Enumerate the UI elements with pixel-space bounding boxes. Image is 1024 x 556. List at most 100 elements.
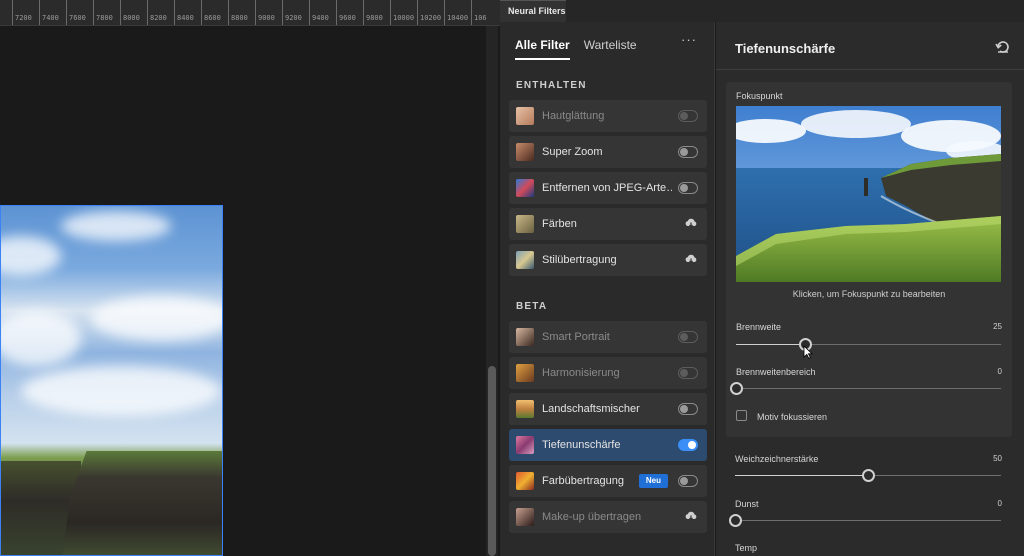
- filter-settings-column: Tiefenunschärfe Fokuspunkt Klicken, um F…: [716, 22, 1024, 556]
- smart-portrait-thumb-icon: [516, 328, 534, 346]
- filter-toggle[interactable]: [678, 475, 698, 487]
- focus-subject-checkbox[interactable]: [736, 410, 747, 421]
- ruler-tick: 8400: [174, 0, 194, 25]
- document-canvas[interactable]: 7200 7400 7600 7800 8000 8200 8400 8600 …: [0, 0, 500, 556]
- filter-row-super-zoom[interactable]: Super Zoom: [509, 136, 707, 168]
- panel-tab-bar: [566, 0, 1024, 22]
- filter-name: Hautglättung: [542, 110, 605, 122]
- filter-name: Stilübertragung: [542, 254, 617, 266]
- ruler-tick: 8600: [201, 0, 221, 25]
- ruler-tick: 9600: [336, 0, 356, 25]
- ruler-tick: 9800: [363, 0, 383, 25]
- slider-label-focal-range: Brennweitenbereich: [736, 367, 816, 377]
- style-transfer-thumb-icon: [516, 251, 534, 269]
- slider-label-focal-distance: Brennweite: [736, 322, 782, 332]
- filter-row-depth-blur[interactable]: Tiefenunschärfe: [509, 429, 707, 461]
- section-heading-beta: BETA: [516, 301, 548, 312]
- focus-caption: Klicken, um Fokuspunkt zu bearbeiten: [792, 289, 946, 299]
- filter-row-makeup-transfer[interactable]: Make-up übertragen: [509, 501, 707, 533]
- more-options-icon[interactable]: ···: [681, 32, 697, 47]
- section-heading-included: ENTHALTEN: [516, 80, 587, 91]
- slider-label-blur-strength: Weichzeichnerstärke: [735, 454, 819, 464]
- slider-value-blur-strength: 50: [993, 454, 1002, 463]
- filter-row-style-transfer[interactable]: Stilübertragung: [509, 244, 707, 276]
- new-badge: Neu: [638, 474, 668, 488]
- slider-label-haze: Dunst: [735, 499, 759, 509]
- filter-tabs: Alle Filter Warteliste: [515, 38, 637, 60]
- filter-row-skin-smoothing[interactable]: Hautglättung: [509, 100, 707, 132]
- filter-toggle[interactable]: [678, 331, 698, 343]
- colorize-thumb-icon: [516, 215, 534, 233]
- ruler-tick: 10200: [417, 0, 441, 25]
- filter-row-color-transfer[interactable]: Farbübertragung Neu: [509, 465, 707, 497]
- filter-name: Make-up übertragen: [542, 511, 642, 523]
- super-zoom-thumb-icon: [516, 143, 534, 161]
- filter-toggle[interactable]: [678, 146, 698, 158]
- slider-fill: [736, 344, 805, 345]
- filter-row-jpeg-artifacts[interactable]: Entfernen von JPEG-Arte…: [509, 172, 707, 204]
- ruler-tick: 10000: [390, 0, 414, 25]
- filter-name: Färben: [542, 218, 577, 230]
- ruler-tick: 106: [471, 0, 487, 25]
- slider-track-focal-range[interactable]: [736, 388, 1001, 389]
- jpeg-artifacts-thumb-icon: [516, 179, 534, 197]
- filter-row-smart-portrait[interactable]: Smart Portrait: [509, 321, 707, 353]
- document-image[interactable]: [0, 205, 223, 556]
- makeup-transfer-thumb-icon: [516, 508, 534, 526]
- filter-toggle[interactable]: [678, 403, 698, 415]
- ruler-tick: 7600: [66, 0, 86, 25]
- landscape-mixer-thumb-icon: [516, 400, 534, 418]
- slider-knob-blur-strength[interactable]: [862, 469, 875, 482]
- slider-knob-haze[interactable]: [729, 514, 742, 527]
- neural-filters-panel-tab[interactable]: Neural Filters: [500, 0, 566, 22]
- filter-name: Entfernen von JPEG-Arte…: [542, 182, 672, 194]
- filter-row-landscape-mixer[interactable]: Landschaftsmischer: [509, 393, 707, 425]
- ruler-tick: 8200: [147, 0, 167, 25]
- cloud-download-icon[interactable]: [684, 509, 698, 523]
- mouse-cursor-icon: [803, 345, 813, 359]
- scroll-thumb[interactable]: [488, 366, 496, 556]
- ruler-tick: 7200: [12, 0, 32, 25]
- filter-name: Landschaftsmischer: [542, 403, 640, 415]
- settings-title: Tiefenunschärfe: [735, 41, 836, 56]
- cloud-download-icon[interactable]: [684, 252, 698, 266]
- divider: [716, 69, 1024, 70]
- filter-row-colorize[interactable]: Färben: [509, 208, 707, 240]
- slider-value-haze: 0: [997, 499, 1002, 508]
- filter-toggle[interactable]: [678, 110, 698, 122]
- filter-toggle[interactable]: [678, 439, 698, 451]
- tab-all-filters[interactable]: Alle Filter: [515, 38, 570, 60]
- focus-point-box: Fokuspunkt Klicken, um Fokuspunkt zu bea…: [726, 82, 1012, 437]
- focus-subject-label: Motiv fokussieren: [757, 412, 828, 422]
- ruler-tick: 9200: [282, 0, 302, 25]
- focus-preview-image[interactable]: [736, 106, 1001, 282]
- filter-name: Smart Portrait: [542, 331, 610, 343]
- cloud-download-icon[interactable]: [684, 216, 698, 230]
- horizontal-ruler: 7200 7400 7600 7800 8000 8200 8400 8600 …: [0, 0, 500, 26]
- ruler-tick: 7400: [39, 0, 59, 25]
- filter-name: Tiefenunschärfe: [542, 439, 621, 451]
- slider-value-focal-distance: 25: [993, 322, 1002, 331]
- ruler-tick: 8000: [120, 0, 140, 25]
- ruler-tick: 10400: [444, 0, 468, 25]
- harmonization-thumb-icon: [516, 364, 534, 382]
- slider-knob-focal-range[interactable]: [730, 382, 743, 395]
- depth-blur-thumb-icon: [516, 436, 534, 454]
- color-transfer-thumb-icon: [516, 472, 534, 490]
- ruler-tick: 9000: [255, 0, 275, 25]
- tab-waitlist[interactable]: Warteliste: [584, 38, 637, 60]
- filter-name: Harmonisierung: [542, 367, 620, 379]
- photoshop-window: 7200 7400 7600 7800 8000 8200 8400 8600 …: [0, 0, 1024, 556]
- slider-value-focal-range: 0: [997, 367, 1002, 376]
- slider-track-focal-distance[interactable]: [736, 344, 1001, 345]
- filter-row-harmonization[interactable]: Harmonisierung: [509, 357, 707, 389]
- reset-icon[interactable]: [995, 39, 1011, 55]
- filter-list-column: Alle Filter Warteliste ··· ENTHALTEN Hau…: [500, 22, 715, 556]
- filter-toggle[interactable]: [678, 182, 698, 194]
- canvas-vertical-scrollbar[interactable]: [486, 26, 498, 556]
- ruler-tick: 8800: [228, 0, 248, 25]
- filter-toggle[interactable]: [678, 367, 698, 379]
- ruler-tick: 9400: [309, 0, 329, 25]
- slider-track-haze[interactable]: [735, 520, 1001, 521]
- slider-label-temp: Temp: [735, 543, 758, 553]
